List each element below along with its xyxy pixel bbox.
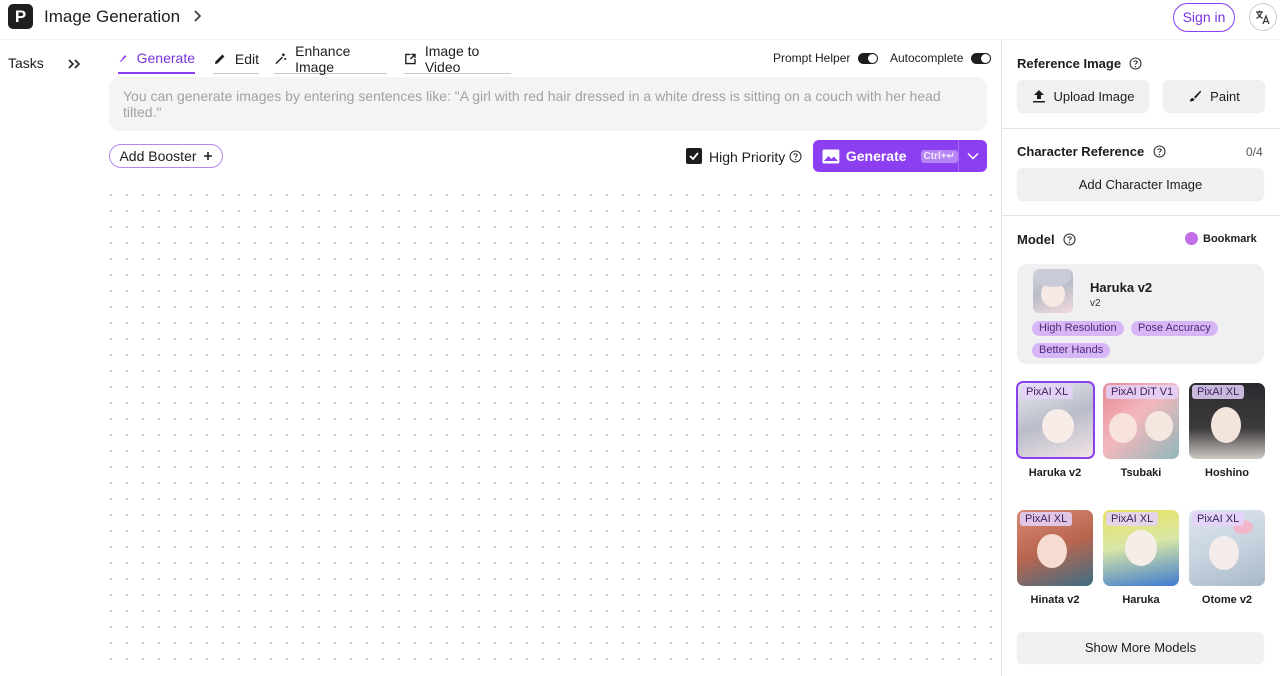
add-character-image-label: Add Character Image xyxy=(1078,176,1203,192)
model-badge: PixAI XL xyxy=(1021,385,1074,399)
add-character-image-button[interactable]: Add Character Image xyxy=(1017,168,1264,200)
autocomplete-row: Autocomplete xyxy=(890,51,992,65)
bookmark-button[interactable]: Bookmark xyxy=(1185,232,1257,245)
sign-in-button[interactable]: Sign in xyxy=(1173,3,1235,32)
model-thumb-haruka-v2[interactable]: PixAI XL xyxy=(1016,381,1095,459)
top-bar: P Image Generation Sign in xyxy=(0,0,1280,36)
model-thumb-otome-v2[interactable]: PixAI XL xyxy=(1189,510,1265,586)
generate-label: Generate xyxy=(845,148,907,164)
video-export-icon xyxy=(405,53,416,64)
brush-icon xyxy=(119,54,127,62)
model-thumb-label: Haruka v2 xyxy=(1028,467,1082,479)
pencil-icon xyxy=(214,54,225,64)
generate-button[interactable]: Generate Ctrl+↵ xyxy=(813,140,987,172)
tab-image-to-video[interactable]: Image to Video xyxy=(404,42,511,75)
high-priority-label: High Priority xyxy=(709,149,786,165)
paint-button[interactable]: Paint xyxy=(1163,80,1265,112)
autocomplete-toggle[interactable] xyxy=(971,52,992,64)
model-tag: High Resolution xyxy=(1032,321,1124,336)
model-badge: PixAI XL xyxy=(1020,512,1073,526)
section-divider xyxy=(1002,215,1280,216)
model-thumb-hinata-v2[interactable]: PixAI XL xyxy=(1017,510,1093,586)
upload-image-label: Upload Image xyxy=(1053,88,1135,104)
model-badge: PixAI XL xyxy=(1192,385,1245,399)
results-canvas xyxy=(100,182,996,672)
paintbrush-icon xyxy=(1190,90,1202,102)
upload-icon xyxy=(1032,90,1045,103)
character-reference-title: Character Reference xyxy=(1017,144,1145,159)
language-button[interactable] xyxy=(1249,3,1277,31)
tasks-label[interactable]: Tasks xyxy=(8,55,44,71)
model-badge: PixAI DiT V1 xyxy=(1106,385,1179,399)
model-avatar xyxy=(1033,269,1073,313)
help-icon[interactable] xyxy=(1129,57,1142,70)
tab-label: Enhance Image xyxy=(295,42,351,75)
bookmark-icon xyxy=(1185,232,1198,245)
tab-enhance-image[interactable]: Enhance Image xyxy=(274,42,387,75)
app-logo[interactable]: P xyxy=(8,4,33,29)
double-chevron-right-icon[interactable] xyxy=(66,56,82,72)
thumb-art xyxy=(1209,536,1239,570)
bookmark-label: Bookmark xyxy=(1203,232,1257,245)
thumb-art xyxy=(1211,407,1241,443)
model-badge: PixAI XL xyxy=(1106,512,1159,526)
thumb-art xyxy=(1037,534,1067,568)
model-thumb-label: Hoshino xyxy=(1205,467,1249,479)
thumb-art xyxy=(1125,530,1157,566)
prompt-helper-toggle[interactable] xyxy=(858,52,879,64)
selected-model-card[interactable]: Haruka v2 v2 High Resolution Pose Accura… xyxy=(1017,264,1264,364)
plus-icon xyxy=(203,152,212,160)
model-name: Haruka v2 xyxy=(1090,280,1153,295)
model-thumb-label: Hinata v2 xyxy=(1030,594,1080,606)
generate-options-dropdown[interactable] xyxy=(959,140,987,172)
show-more-models-label: Show More Models xyxy=(1084,640,1197,655)
model-thumb-haruka[interactable]: PixAI XL xyxy=(1103,510,1179,586)
prompt-helper-row: Prompt Helper xyxy=(773,51,879,65)
paint-label: Paint xyxy=(1210,88,1240,104)
autocomplete-label: Autocomplete xyxy=(890,51,964,65)
high-priority-checkbox[interactable] xyxy=(686,148,702,164)
thumb-art xyxy=(1109,413,1137,443)
shortcut-badge: Ctrl+↵ xyxy=(920,149,958,163)
model-version: v2 xyxy=(1090,298,1101,309)
tab-label: Edit xyxy=(234,50,259,67)
reference-image-title: Reference Image xyxy=(1017,56,1122,71)
section-divider xyxy=(1002,128,1280,129)
thumb-art xyxy=(1042,409,1074,443)
tab-generate[interactable]: Generate xyxy=(118,46,195,74)
model-thumb-tsubaki[interactable]: PixAI DiT V1 xyxy=(1103,383,1179,459)
model-thumb-label: Haruka xyxy=(1122,594,1160,606)
magic-wand-icon xyxy=(275,52,287,64)
panel-divider xyxy=(1001,40,1002,676)
header-divider xyxy=(0,39,1280,40)
upload-image-button[interactable]: Upload Image xyxy=(1017,80,1149,112)
model-tag: Pose Accuracy xyxy=(1131,321,1218,336)
prompt-input[interactable] xyxy=(109,77,987,131)
add-booster-button[interactable]: Add Booster xyxy=(109,144,223,168)
generate-main[interactable]: Generate Ctrl+↵ xyxy=(813,140,958,172)
chevron-right-icon[interactable] xyxy=(190,9,204,23)
image-icon xyxy=(822,149,840,163)
help-icon[interactable] xyxy=(1063,233,1076,246)
tab-edit[interactable]: Edit xyxy=(213,46,259,74)
chevron-down-icon xyxy=(967,152,979,160)
page-title: Image Generation xyxy=(44,7,181,26)
add-booster-label: Add Booster xyxy=(119,148,197,164)
model-thumb-label: Tsubaki xyxy=(1120,467,1162,479)
model-tag: Better Hands xyxy=(1032,343,1111,358)
translate-icon xyxy=(1256,10,1270,25)
help-icon[interactable] xyxy=(1153,145,1166,158)
character-count: 0/4 xyxy=(1246,145,1263,159)
thumb-art xyxy=(1145,411,1173,441)
prompt-helper-label: Prompt Helper xyxy=(773,51,851,65)
model-badge: PixAI XL xyxy=(1192,512,1245,526)
check-icon xyxy=(689,152,699,161)
model-thumb-hoshino[interactable]: PixAI XL xyxy=(1189,383,1265,459)
model-title: Model xyxy=(1017,232,1055,247)
tab-label: Image to Video xyxy=(424,42,480,75)
tab-label: Generate xyxy=(136,50,195,66)
model-thumb-label: Otome v2 xyxy=(1201,594,1253,606)
help-icon[interactable] xyxy=(789,150,802,163)
show-more-models-button[interactable]: Show More Models xyxy=(1017,632,1264,663)
